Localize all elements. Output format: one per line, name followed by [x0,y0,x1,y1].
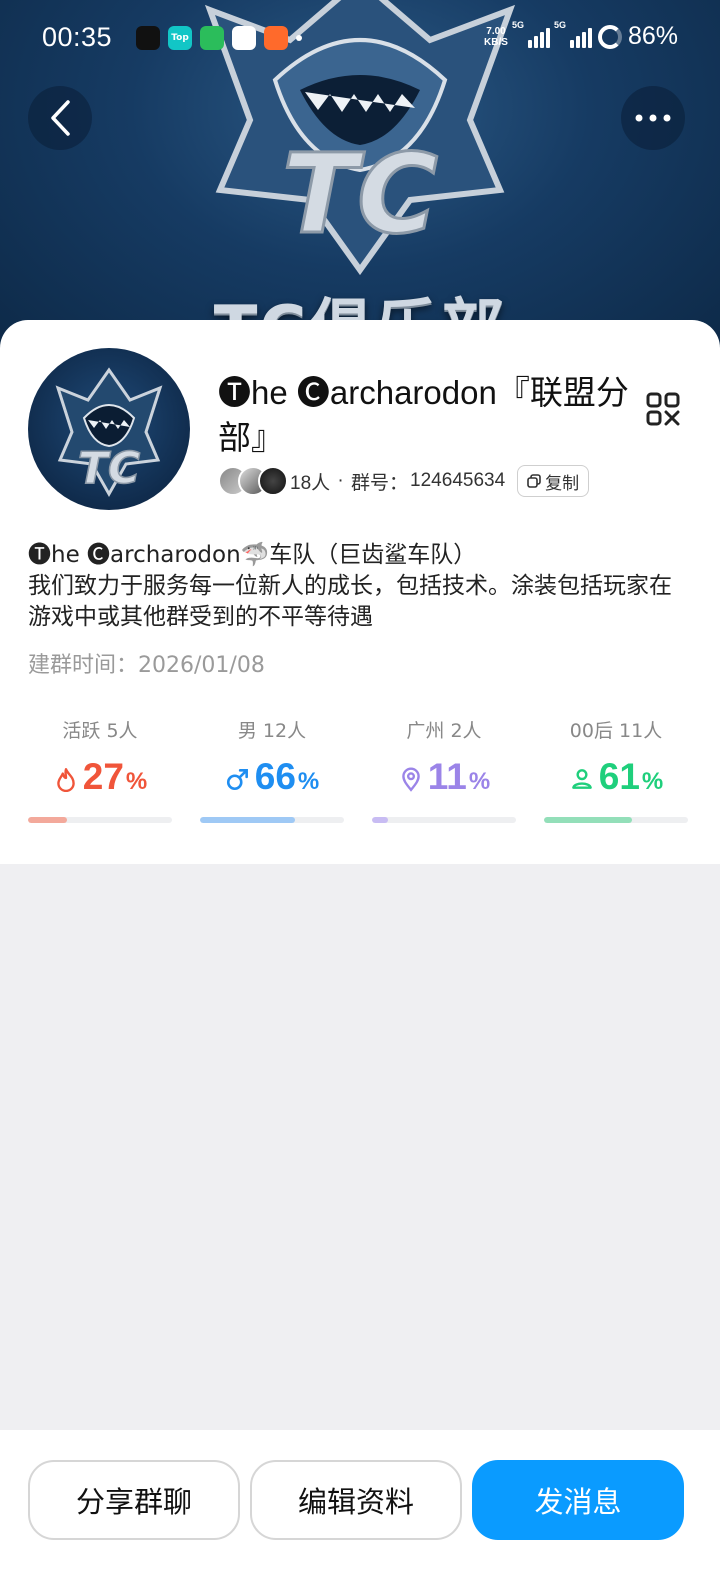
stat-value: 66 % [200,756,344,802]
stat-item[interactable]: 男 12人 66 % [200,716,344,823]
person-icon [571,769,592,789]
stat-value: 27 % [28,756,172,802]
member-avatars[interactable] [218,466,288,496]
qr-code-icon[interactable] [646,392,680,426]
created-time-label: 建群时间： [28,653,139,678]
back-button[interactable] [28,86,92,150]
status-time: 00:35 [42,22,113,52]
group-avatar[interactable]: TC [28,348,190,510]
stat-item[interactable]: 广州 2人 11 % [372,716,516,823]
share-group-button[interactable]: 分享群聊 [28,1460,240,1540]
location-pin-icon [401,767,420,792]
signal-2-icon: 5G [554,20,592,48]
stat-value: 11 % [372,756,516,802]
signal-1-icon: 5G [512,20,550,48]
stat-progress-bar [372,817,516,823]
stat-unit: % [297,768,320,795]
more-dots-icon [635,114,671,122]
stat-number: 27 [82,756,124,797]
stat-unit: % [125,768,148,795]
member-stats: 活跃 5人 27 % 男 12人 66 % 广州 2人 11 % 00后 11人 [28,716,688,823]
stat-number: 61 [598,756,640,797]
meta-separator: · [332,470,350,491]
stat-progress-fill [372,817,388,823]
description-line: 我们致力于服务每一位新人的成长，包括技术。涂装包括玩家在游戏中或其他群受到的不平… [28,573,672,630]
net-speed: 7.00 KB/S [484,25,508,48]
taptap-icon: Top [168,26,192,50]
app-orange-icon [264,26,288,50]
member-count[interactable]: 18人 [290,468,330,495]
bottom-action-bar: 分享群聊 编辑资料 发消息 [0,1430,720,1584]
group-meta-row: 18人 · 群号： 124645634 复制 [218,464,590,498]
stat-unit: % [468,768,491,795]
stat-number: 11 [427,756,467,797]
svg-text:TC: TC [282,130,438,258]
edit-profile-button[interactable]: 编辑资料 [250,1460,462,1540]
stat-unit: % [641,768,664,795]
stat-progress-fill [200,817,296,823]
stat-label: 男 12人 [237,720,307,742]
copy-button[interactable]: 复制 [517,465,590,497]
tiktok-icon [136,26,160,50]
avatar [258,466,288,496]
group-cover-banner: TC TC俱乐部 00:35 Top 7.00 KB/S 5G 5G 86% [0,0,720,360]
group-name: 🅣he 🅒archarodon『联盟分部』 [218,374,629,456]
description-line: 🅣he 🅒archarodon🦈车队（巨齿鲨车队） [28,542,477,568]
copy-label: 复制 [545,473,580,494]
stat-item[interactable]: 00后 11人 61 % [544,716,688,823]
stat-progress-fill [544,817,632,823]
more-button[interactable] [621,86,685,150]
group-description: 🅣he 🅒archarodon🦈车队（巨齿鲨车队） 我们致力于服务每一位新人的成… [28,540,692,633]
group-id: 124645634 [410,470,506,491]
stat-label: 活跃 5人 [62,720,138,742]
shark-logo-avatar-image: TC [55,367,163,498]
app-h-icon [232,26,256,50]
created-time: 建群时间：2026/01/08 [28,647,265,679]
created-time-value: 2026/01/08 [138,653,265,678]
chevron-left-icon [51,100,70,136]
notification-icons: Top [136,26,302,50]
send-message-button[interactable]: 发消息 [472,1460,684,1540]
male-icon [226,769,248,791]
stat-progress-bar [200,817,344,823]
stat-label: 00后 11人 [569,720,663,742]
stat-number: 66 [254,756,296,797]
stat-progress-fill [28,817,67,823]
stat-progress-bar [544,817,688,823]
battery-percent: 86% [627,22,678,50]
battery-icon [597,24,622,49]
flame-icon [56,768,75,792]
svg-text:TC: TC [78,443,140,494]
group-id-label: 群号： [351,472,409,494]
status-bar: 00:35 Top 7.00 KB/S 5G 5G 86% [0,0,720,80]
stat-progress-bar [28,817,172,823]
shield-app-icon [200,26,224,50]
group-info-card: TC 🅣he 🅒archarodon『联盟分部』 18人 · 群号： 12464… [0,320,720,864]
more-notifications-dot [296,35,302,41]
copy-icon [527,474,541,488]
status-indicators: 7.00 KB/S 5G 5G 86% [484,20,678,51]
stat-value: 61 % [544,756,688,802]
stat-label: 广州 2人 [406,720,482,742]
stat-item[interactable]: 活跃 5人 27 % [28,716,172,823]
